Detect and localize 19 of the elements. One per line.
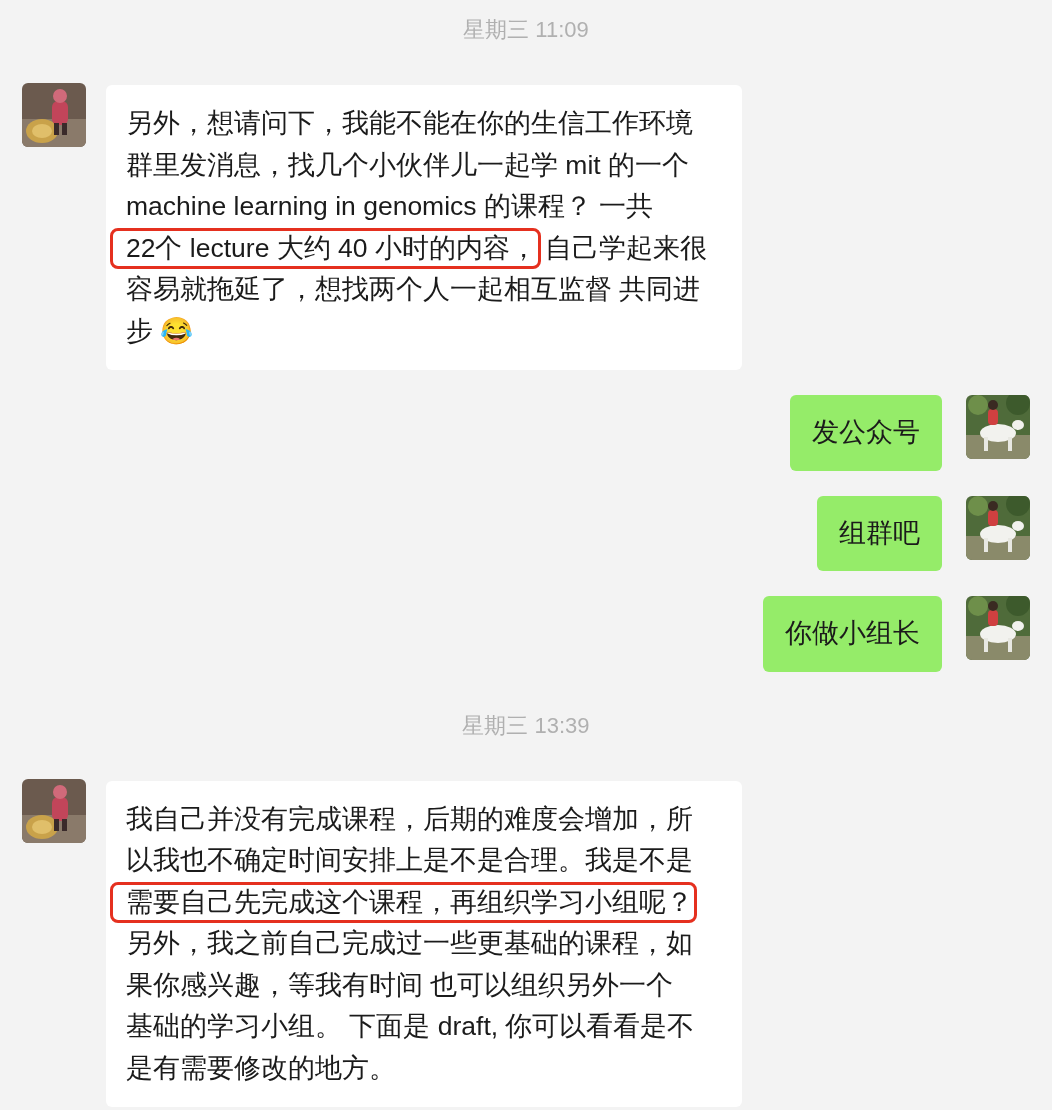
message-text: 步 😂 <box>126 315 194 346</box>
message-text: 容易就拖延了，想找两个人一起相互监督 共同进 <box>126 274 701 304</box>
message-text: 基础的学习小组。 下面是 draft, 你可以看看是不 <box>126 1011 695 1041</box>
message-text: 自己学起来很 <box>544 232 707 263</box>
timestamp: 星期三 13:39 <box>462 711 590 740</box>
message-text: 以我也不确定时间安排上是不是合理。我是不是 <box>126 845 693 875</box>
message-text: 你做小组长 <box>785 618 920 648</box>
message-text: 需要自己先完成这个课程，再组织学习小组呢？ <box>126 886 693 917</box>
message-text: 果你感兴趣，等我有时间 也可以组织另外一个 <box>126 969 674 1000</box>
message-text: 22个 lecture 大约 40 小时的内容， <box>126 232 537 263</box>
message-text: 发公众号 <box>812 417 920 447</box>
message-text: 组群吧 <box>839 517 920 548</box>
message-text: 另外，想请问下，我能不能在你的生信工作环境 <box>126 108 693 138</box>
message-text: 另外，我之前自己完成过一些更基础的课程，如 <box>126 928 693 958</box>
message-text: machine learning in genomics 的课程？ 一共 <box>126 191 654 221</box>
message-text: 是有需要修改的地方。 <box>126 1052 396 1083</box>
timestamp: 星期三 11:09 <box>463 16 589 44</box>
message-text: 群里发消息，找几个小伙伴儿一起学 mit 的一个 <box>126 149 690 180</box>
message-text: 我自己并没有完成课程，后期的难度会增加，所 <box>126 803 693 834</box>
